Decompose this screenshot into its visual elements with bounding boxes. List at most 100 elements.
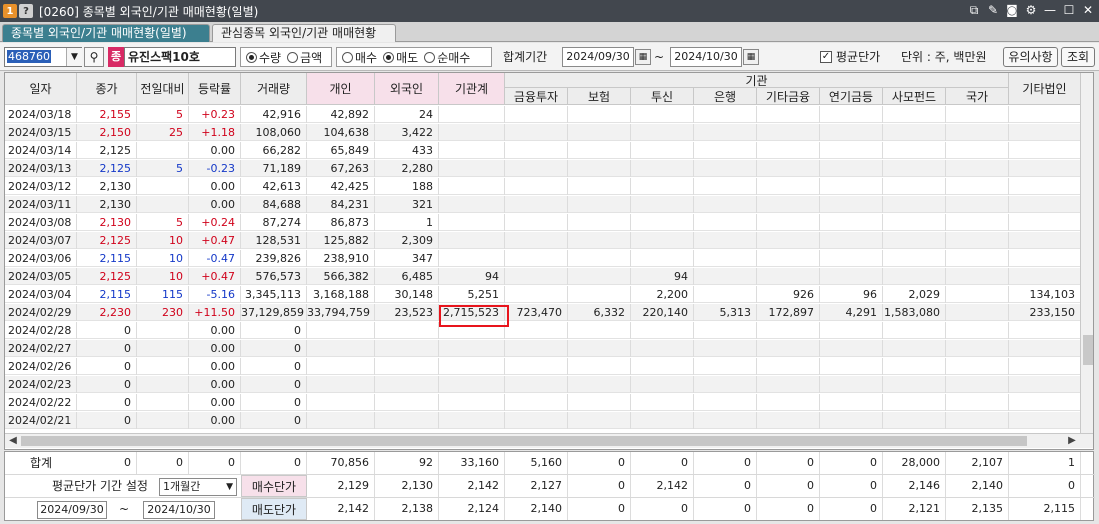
horizontal-scrollbar[interactable]: ◀ ▶ <box>5 433 1093 448</box>
table-row[interactable]: 2024/03/08 2,130 5 +0.24 87,274 86,873 1 <box>5 214 1081 231</box>
cell-bank <box>694 268 757 285</box>
cell-nation <box>946 304 1009 321</box>
gear-icon[interactable]: ⚙ <box>1024 3 1038 17</box>
table-row[interactable]: 2024/03/06 2,115 10 -0.47 239,826 238,910 347 <box>5 250 1081 267</box>
cell-fin <box>505 376 568 393</box>
cell-change <box>137 322 189 339</box>
table-row[interactable]: 2024/02/21 0 0.00 0 <box>5 412 1081 429</box>
summary-cell-pef: 2,146 <box>883 475 946 497</box>
cell-rate: +0.47 <box>189 232 241 249</box>
table-row[interactable]: 2024/03/07 2,125 10 +0.47 128,531 125,882 2,30… <box>5 232 1081 249</box>
maximize-icon[interactable]: ☐ <box>1062 3 1076 17</box>
cell-foreign: 321 <box>375 196 439 213</box>
table-row[interactable]: 2024/02/28 0 0.00 0 <box>5 322 1081 339</box>
table-row[interactable]: 2024/03/18 2,155 5 +0.23 42,916 42,892 24 <box>5 106 1081 123</box>
note-icon[interactable]: ✎ <box>986 3 1000 17</box>
summary-cell-change: 0 <box>137 452 189 474</box>
table-row[interactable]: 2024/03/05 2,125 10 +0.47 576,573 566,382 6,48… <box>5 268 1081 285</box>
cell-corp <box>1009 250 1081 267</box>
radio-net-buy[interactable]: 순매수 <box>424 49 470 66</box>
vertical-scroll-thumb[interactable] <box>1083 335 1093 365</box>
summary-cell-corp: 0 <box>1009 475 1081 497</box>
summary-cell-pension: 0 <box>820 475 883 497</box>
toolbar: 468760 ▼ ⚲ 종 유진스팩10호 수량 금액 매수 매도 순매수 합계기… <box>0 43 1099 71</box>
notice-button[interactable]: 유의사항 <box>1003 47 1058 67</box>
cell-date: 2024/02/27 <box>5 340 77 357</box>
avg-range-from-input[interactable]: 2024/09/30 <box>37 501 107 519</box>
screen-number-badge[interactable]: 1 <box>3 4 17 18</box>
table-row[interactable]: 2024/03/14 2,125 0.00 66,282 65,849 433 <box>5 142 1081 159</box>
cell-fin <box>505 268 568 285</box>
cell-etcfin <box>757 412 820 429</box>
minimize-icon[interactable]: — <box>1043 3 1057 17</box>
table-row[interactable]: 2024/02/22 0 0.00 0 <box>5 394 1081 411</box>
avg-range-tilde: ~ <box>118 502 130 516</box>
table-row[interactable]: 2024/02/23 0 0.00 0 <box>5 376 1081 393</box>
chevron-down-icon[interactable]: ▼ <box>66 48 82 66</box>
avg-period-select[interactable]: 1개월간 ▼ <box>159 478 237 496</box>
summary-cell-fin: 2,140 <box>505 498 568 520</box>
calendar-icon[interactable]: ▦ <box>743 49 759 65</box>
link-icon[interactable]: ⧉ <box>967 3 981 17</box>
table-row[interactable]: 2024/03/15 2,150 25 +1.18 108,060 104,638 3,42… <box>5 124 1081 141</box>
header-change: 전일대비 <box>137 73 189 105</box>
table-row[interactable]: 2024/03/12 2,130 0.00 42,613 42,425 188 <box>5 178 1081 195</box>
cell-individual: 67,263 <box>307 160 375 177</box>
table-row[interactable]: 2024/02/27 0 0.00 0 <box>5 340 1081 357</box>
cell-individual: 84,231 <box>307 196 375 213</box>
radio-buy[interactable]: 매수 <box>342 49 377 66</box>
table-row[interactable]: 2024/02/26 0 0.00 0 <box>5 358 1081 375</box>
vertical-scrollbar[interactable] <box>1080 73 1093 435</box>
cell-etcfin <box>757 124 820 141</box>
cell-inst <box>439 232 505 249</box>
date-from-input[interactable]: 2024/09/30 <box>562 47 634 67</box>
cell-etcfin <box>757 376 820 393</box>
cell-date: 2024/02/23 <box>5 376 77 393</box>
help-badge[interactable]: ? <box>19 4 33 18</box>
table-row[interactable]: 2024/03/04 2,115 115 -5.16 3,345,113 3,168,18… <box>5 286 1081 303</box>
cell-foreign: 347 <box>375 250 439 267</box>
tab-stock-daily[interactable]: 종목별 외국인/기관 매매현황(일별) <box>2 24 210 42</box>
scroll-left-icon[interactable]: ◀ <box>6 434 20 448</box>
cell-trust <box>631 142 694 159</box>
table-row[interactable]: 2024/03/13 2,125 5 -0.23 71,189 67,263 2,280 <box>5 160 1081 177</box>
avg-price-checkbox[interactable]: ✓ <box>820 51 832 63</box>
cell-trust <box>631 106 694 123</box>
cell-corp <box>1009 412 1081 429</box>
buy-price-row: 평균단가 기간 설정 1개월간 ▼ 매수단가 2,129 2,130 2,142 2,… <box>5 475 1095 498</box>
cell-pef <box>883 340 946 357</box>
cell-individual: 42,425 <box>307 178 375 195</box>
stock-type-badge: 종 <box>108 47 124 67</box>
avg-period-label: 평균단가 기간 설정 <box>52 479 148 493</box>
table-row[interactable]: 2024/03/11 2,130 0.00 84,688 84,231 321 <box>5 196 1081 213</box>
radio-sell[interactable]: 매도 <box>383 49 418 66</box>
avg-range-to-input[interactable]: 2024/10/30 <box>143 501 215 519</box>
query-button[interactable]: 조회 <box>1061 47 1095 67</box>
calendar-icon[interactable]: ▦ <box>635 49 651 65</box>
cell-corp <box>1009 106 1081 123</box>
cell-ins <box>568 322 631 339</box>
summary-cell-fin: 5,160 <box>505 452 568 474</box>
radio-amount[interactable]: 금액 <box>287 49 322 66</box>
tab-watchlist[interactable]: 관심종목 외국인/기관 매매현황 <box>212 24 396 42</box>
close-icon[interactable]: ✕ <box>1081 3 1095 17</box>
date-to-input[interactable]: 2024/10/30 <box>670 47 742 67</box>
scroll-right-icon[interactable]: ▶ <box>1065 434 1079 448</box>
cell-pension <box>820 268 883 285</box>
search-button[interactable]: ⚲ <box>84 47 104 67</box>
cell-fin <box>505 178 568 195</box>
cell-nation <box>946 142 1009 159</box>
camera-icon[interactable]: ◙ <box>1005 3 1019 17</box>
cell-change: 230 <box>137 304 189 321</box>
horizontal-scroll-thumb[interactable] <box>21 436 1027 446</box>
radio-quantity[interactable]: 수량 <box>246 49 281 66</box>
cell-pef <box>883 322 946 339</box>
cell-close: 0 <box>77 340 137 357</box>
cell-fin: 723,470 <box>505 304 568 321</box>
cell-nation <box>946 232 1009 249</box>
table-row[interactable]: 2024/02/29 2,230 230 +11.50 37,129,859 33,794… <box>5 304 1081 321</box>
cell-rate: 0.00 <box>189 394 241 411</box>
cell-corp <box>1009 232 1081 249</box>
cell-individual: 3,168,188 <box>307 286 375 303</box>
chevron-down-icon: ▼ <box>226 482 233 492</box>
